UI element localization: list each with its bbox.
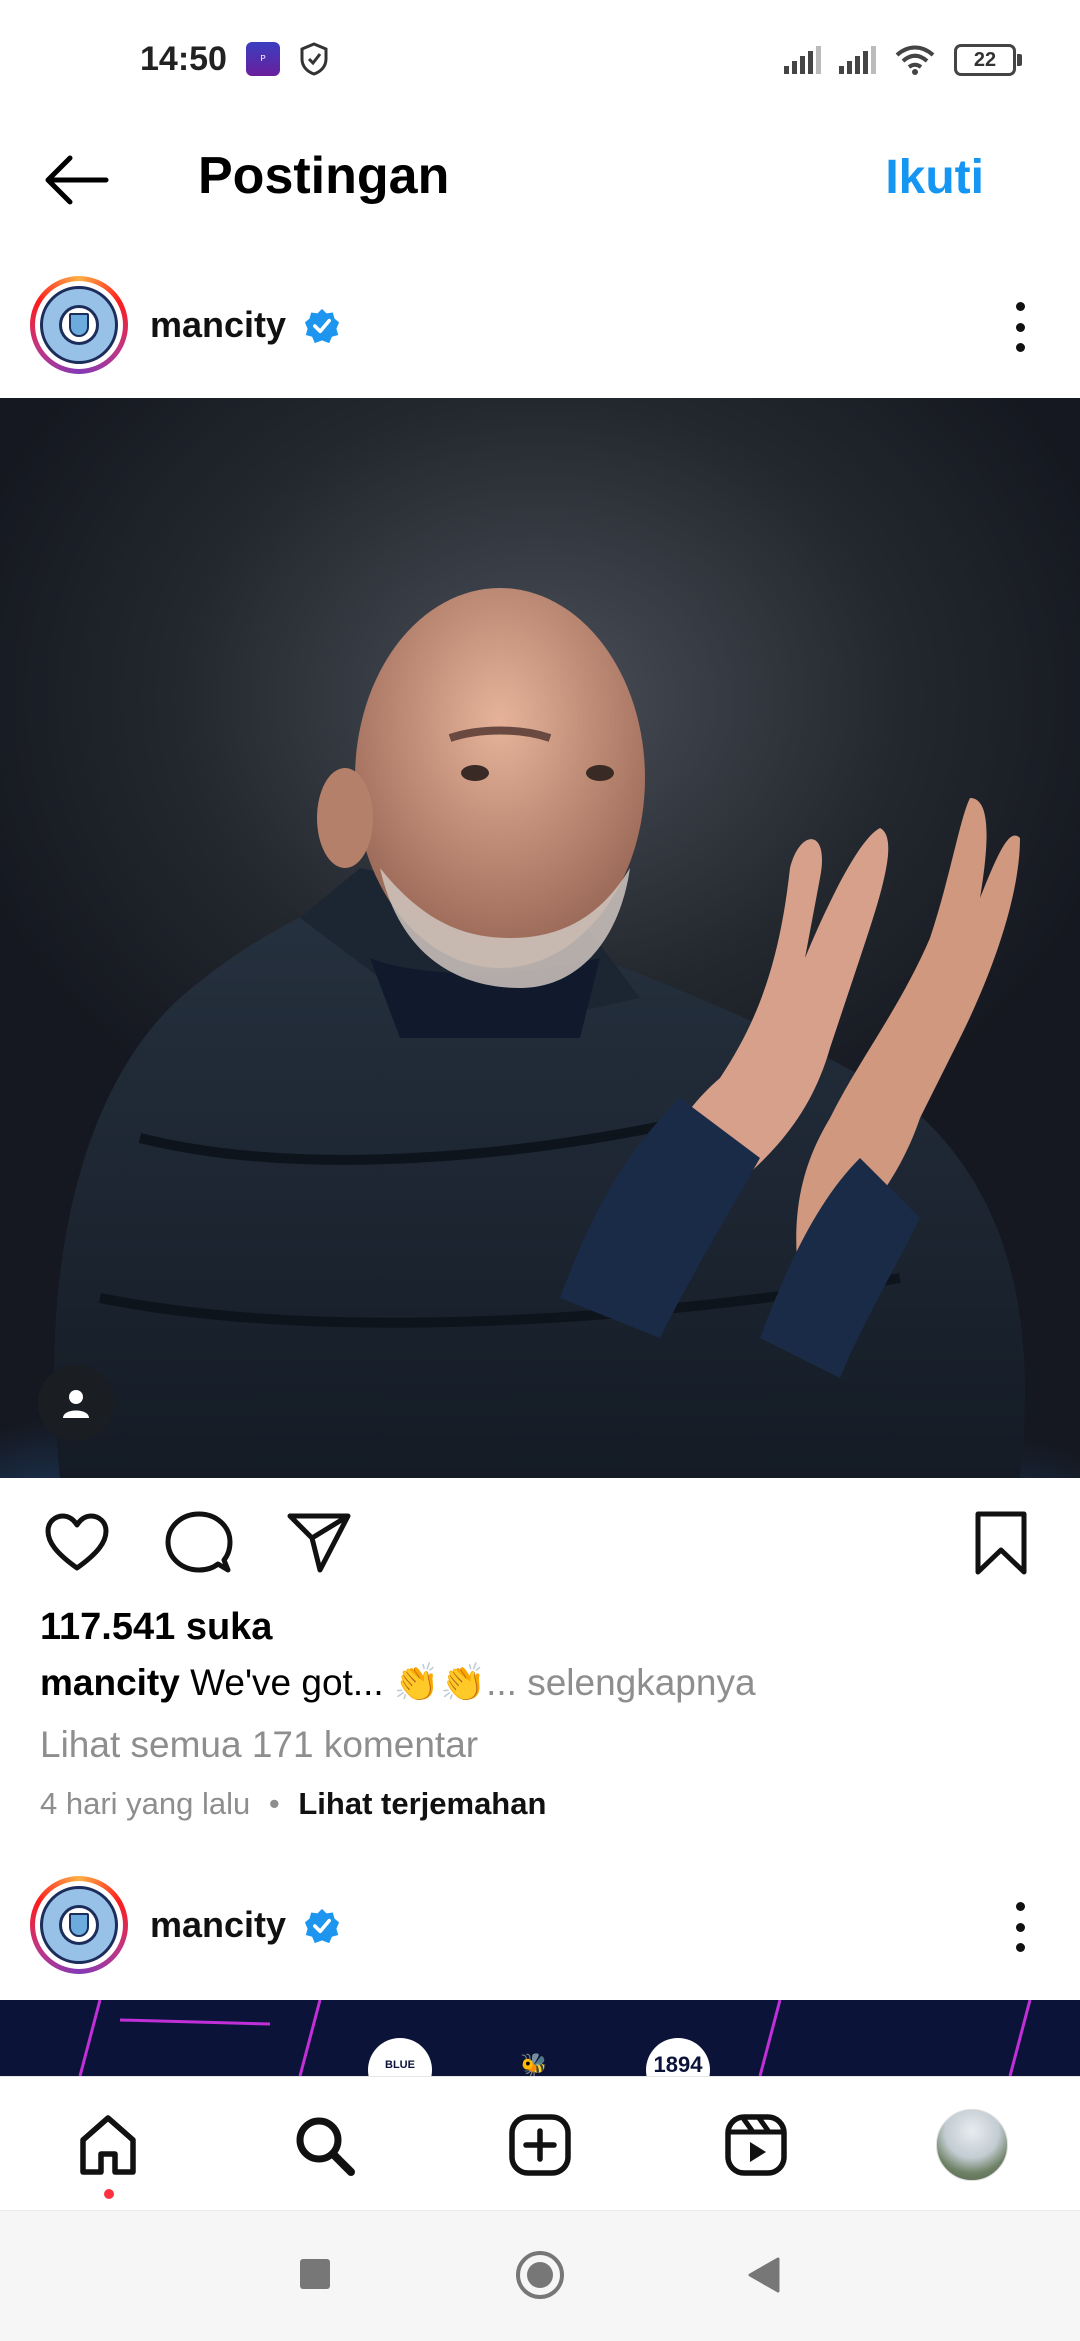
bookmark-icon (975, 1511, 1027, 1575)
create-icon (509, 2114, 571, 2176)
like-button[interactable] (42, 1508, 112, 1578)
caption-username[interactable]: mancity (40, 1662, 180, 1703)
meta-separator: • (268, 1786, 280, 1821)
view-comments-link[interactable]: Lihat semua 171 komentar (40, 1724, 478, 1766)
send-icon (287, 1513, 351, 1573)
profile-avatar (936, 2109, 1008, 2181)
person-icon (63, 1390, 89, 1418)
coach-applauding-photo (54, 588, 1025, 1478)
shield-app-icon (298, 42, 330, 81)
arrow-left-icon (45, 155, 109, 205)
nav-create[interactable] (502, 2107, 578, 2183)
back-triangle-icon[interactable] (746, 2257, 780, 2298)
home-icon (80, 2115, 136, 2175)
next-post-options-icon[interactable] (1010, 1902, 1030, 1952)
wifi-icon (895, 45, 935, 75)
save-button[interactable] (966, 1508, 1036, 1578)
verified-badge-icon (304, 308, 340, 349)
tagged-people-button[interactable] (38, 1365, 114, 1441)
nav-profile[interactable] (934, 2107, 1010, 2183)
caption-text: We've got... 👏👏 (190, 1662, 487, 1703)
next-post-photo[interactable]: BLUE MOON 🐝 1894 (0, 2000, 1080, 2076)
post-meta: 4 hari yang lalu • Lihat terjemahan (40, 1786, 546, 1822)
recent-apps-icon[interactable] (300, 2259, 330, 2289)
translate-link[interactable]: Lihat terjemahan (298, 1786, 546, 1821)
follow-button[interactable]: Ikuti (885, 150, 984, 205)
status-indicators: 22 (784, 44, 1022, 76)
back-button[interactable] (40, 150, 120, 210)
post-username[interactable]: mancity (150, 304, 286, 346)
notification-dot (104, 2189, 114, 2199)
share-button[interactable] (284, 1508, 354, 1578)
nav-search[interactable] (286, 2107, 362, 2183)
signal-icon (839, 46, 876, 74)
bottom-nav (0, 2076, 1080, 2211)
next-post-avatar[interactable] (30, 1876, 128, 1974)
nav-reels[interactable] (718, 2107, 794, 2183)
post-options-icon[interactable] (1010, 302, 1030, 352)
nav-home[interactable] (70, 2107, 146, 2183)
system-nav-bar (0, 2210, 1080, 2341)
comment-button[interactable] (164, 1508, 234, 1578)
like-count[interactable]: 117.541 suka (40, 1606, 272, 1649)
next-post-username[interactable]: mancity (150, 1904, 286, 1946)
post-time: 4 hari yang lalu (40, 1786, 251, 1821)
poster-app-icon: P (246, 42, 280, 76)
heart-icon (45, 1513, 109, 1571)
page-title: Postingan (198, 147, 450, 205)
club-crest-logo (40, 1886, 118, 1964)
club-crest-logo (40, 286, 118, 364)
reels-icon (725, 2114, 787, 2176)
status-time: 14:50 (140, 40, 227, 78)
home-circle-icon[interactable] (516, 2251, 564, 2299)
post-photo[interactable] (0, 398, 1080, 1478)
verified-badge-icon (304, 1908, 340, 1949)
post-avatar[interactable] (30, 276, 128, 374)
post-caption[interactable]: mancity We've got... 👏👏... selengkapnya (40, 1662, 756, 1705)
caption-more-link[interactable]: ... selengkapnya (486, 1662, 755, 1703)
comment-icon (165, 1511, 233, 1573)
signal-icon (784, 46, 821, 74)
search-icon (296, 2117, 355, 2176)
battery-indicator: 22 (954, 44, 1022, 76)
